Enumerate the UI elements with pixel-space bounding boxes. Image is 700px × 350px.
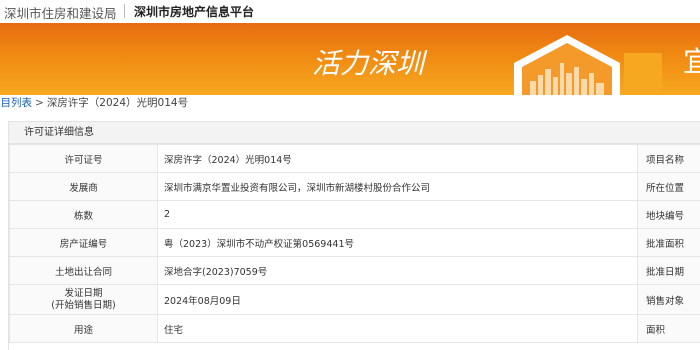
table-row: 房产证编号 粤（2023）深圳市不动产权证第0569441号 批准面积 <box>9 228 700 257</box>
row-right-label: 销售对象 <box>637 284 700 315</box>
slogan-text: 活力深圳 <box>312 47 428 80</box>
table-row: 许可证号 深房许字（2024）光明014号 项目名称 <box>9 144 700 173</box>
breadcrumb: 项目列表>深房许字（2024）光明014号 <box>0 95 188 113</box>
breadcrumb-current: 深房许字（2024）光明014号 <box>46 97 189 109</box>
table-row: 土地出让合同 深地合字(2023)7059号 批准日期 <box>9 256 700 285</box>
row-label: 发证日期 (开始销售日期) <box>9 284 158 315</box>
table-row: 发证日期 (开始销售日期) 2024年08月09日 销售对象 <box>9 284 700 315</box>
row-label-line2: (开始销售日期) <box>51 299 116 311</box>
header-divider <box>124 4 125 18</box>
row-right-label: 批准面积 <box>637 228 700 257</box>
panel-title: 许可证详细信息 <box>9 122 700 144</box>
table-row: 发展商 深圳市满京华置业投资有限公司，深圳市新湖楼村股份合作公司 所在位置 <box>9 172 700 201</box>
row-right-label: 批准日期 <box>637 256 700 285</box>
row-value: 深圳市满京华置业投资有限公司，深圳市新湖楼村股份合作公司 <box>157 172 638 201</box>
row-label: 栋数 <box>9 200 158 229</box>
row-value: 2 <box>157 200 638 229</box>
license-detail-panel: 许可证详细信息 许可证号 深房许字（2024）光明014号 项目名称 发展商 深… <box>8 121 700 350</box>
row-label: 土地出让合同 <box>9 256 158 285</box>
row-right-label: 所在位置 <box>637 172 700 201</box>
license-info-table: 许可证号 深房许字（2024）光明014号 项目名称 发展商 深圳市满京华置业投… <box>9 144 700 343</box>
top-bar: 深圳市住房和建设局 深圳市房地产信息平台 <box>0 0 700 23</box>
row-value: 深地合字(2023)7059号 <box>157 256 638 285</box>
banner-edge-glyph: 宜 <box>683 45 700 78</box>
row-right-label: 面积 <box>637 314 700 343</box>
row-value: 2024年08月09日 <box>157 284 638 315</box>
row-label: 发展商 <box>9 172 158 201</box>
slogan-calligraphy: 活力深圳 <box>312 47 428 80</box>
row-label: 房产证编号 <box>9 228 158 257</box>
row-value: 住宅 <box>157 314 638 343</box>
row-right-label: 项目名称 <box>637 144 700 173</box>
row-value: 粤（2023）深圳市不动产权证第0569441号 <box>157 228 638 257</box>
platform-name[interactable]: 深圳市房地产信息平台 <box>134 3 254 20</box>
breadcrumb-separator: > <box>35 97 44 109</box>
banner: 活力深圳 宜 <box>0 23 700 95</box>
row-label: 许可证号 <box>9 144 158 173</box>
city-skyline-icon <box>514 35 662 95</box>
row-label-line1: 发证日期 <box>64 287 103 299</box>
breadcrumb-project-list-link[interactable]: 项目列表 <box>0 97 32 109</box>
row-value: 深房许字（2024）光明014号 <box>157 144 638 173</box>
table-row: 用途 住宅 面积 <box>9 314 700 343</box>
table-row: 栋数 2 地块编号 <box>9 200 700 229</box>
row-label: 用途 <box>9 314 158 343</box>
row-right-label: 地块编号 <box>637 200 700 229</box>
site-name[interactable]: 深圳市住房和建设局 <box>4 3 117 22</box>
